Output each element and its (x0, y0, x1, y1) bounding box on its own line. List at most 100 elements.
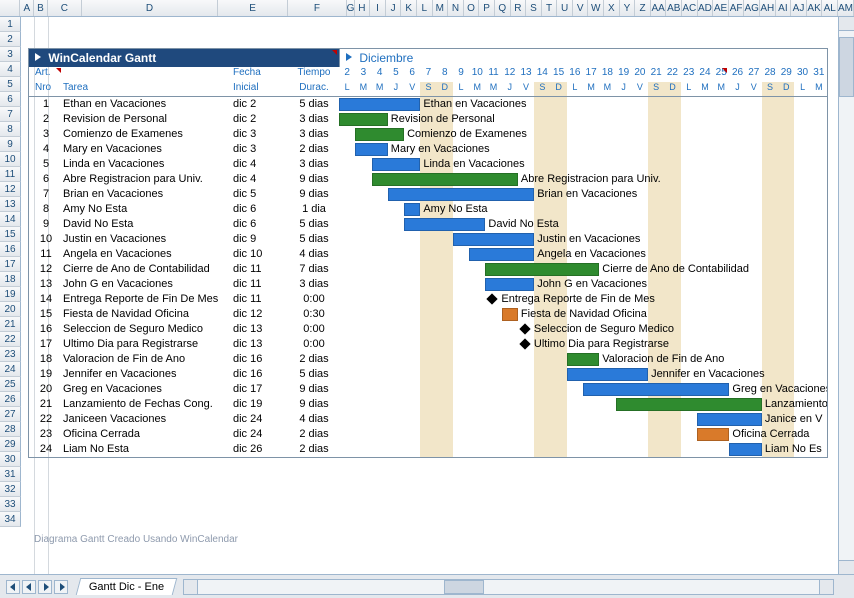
col-header-cell[interactable]: R (511, 0, 527, 16)
col-header-cell[interactable] (0, 0, 20, 16)
gantt-row[interactable]: 14Entrega Reporte de Fin De Mesdic 110:0… (29, 292, 827, 307)
gantt-row[interactable]: 6Abre Registracion para Univ.dic 49 dias… (29, 172, 827, 187)
row-header-cell[interactable]: 16 (0, 242, 21, 257)
col-header-cell[interactable]: Y (620, 0, 636, 16)
gantt-bar[interactable] (339, 113, 388, 126)
col-header-cell[interactable]: S (526, 0, 542, 16)
gantt-row[interactable]: 7Brian en Vacacionesdic 59 diasBrian en … (29, 187, 827, 202)
row-header-cell[interactable]: 3 (0, 47, 21, 62)
col-header-cell[interactable]: V (573, 0, 589, 16)
gantt-row[interactable]: 5Linda en Vacacionesdic 43 diasLinda en … (29, 157, 827, 172)
vscroll-thumb[interactable] (839, 37, 854, 97)
col-header-cell[interactable]: P (479, 0, 495, 16)
row-header-cell[interactable]: 19 (0, 287, 21, 302)
col-header-cell[interactable]: A (20, 0, 34, 16)
row-header-cell[interactable]: 7 (0, 107, 21, 122)
tab-last-icon[interactable] (54, 580, 68, 594)
col-header-cell[interactable]: E (218, 0, 288, 16)
gantt-row[interactable]: 1Ethan en Vacacionesdic 25 diasEthan en … (29, 97, 827, 112)
col-header-cell[interactable]: M (433, 0, 449, 16)
row-header-cell[interactable]: 29 (0, 437, 21, 452)
gantt-row[interactable]: 23Oficina Cerradadic 242 diasOficina Cer… (29, 427, 827, 442)
scroll-up-icon[interactable] (839, 17, 854, 31)
gantt-bar[interactable] (485, 278, 534, 291)
row-header-cell[interactable]: 2 (0, 32, 21, 47)
gantt-bar[interactable] (355, 128, 404, 141)
row-headers[interactable]: 1234567891011121314151617181920212223242… (0, 17, 21, 527)
col-header-cell[interactable]: AK (807, 0, 823, 16)
gantt-row[interactable]: 8Amy No Estadic 61 diaAmy No Esta (29, 202, 827, 217)
scroll-right-icon[interactable] (819, 580, 833, 594)
row-header-cell[interactable]: 34 (0, 512, 21, 527)
col-header-cell[interactable]: U (557, 0, 573, 16)
row-header-cell[interactable]: 30 (0, 452, 21, 467)
row-header-cell[interactable]: 14 (0, 212, 21, 227)
row-header-cell[interactable]: 12 (0, 182, 21, 197)
tab-prev-icon[interactable] (22, 580, 36, 594)
col-header-cell[interactable]: F (288, 0, 346, 16)
gantt-row[interactable]: 19Jennifer en Vacacionesdic 165 diasJenn… (29, 367, 827, 382)
col-header-cell[interactable]: AD (698, 0, 714, 16)
gantt-row[interactable]: 15Fiesta de Navidad Oficinadic 120:30Fie… (29, 307, 827, 322)
col-header-cell[interactable]: O (464, 0, 480, 16)
row-header-cell[interactable]: 1 (0, 17, 21, 32)
col-header-cell[interactable]: B (34, 0, 48, 16)
gantt-bar[interactable] (583, 383, 729, 396)
gantt-row[interactable]: 16Seleccion de Seguro Medicodic 130:00Se… (29, 322, 827, 337)
gantt-bar[interactable] (697, 413, 762, 426)
row-header-cell[interactable]: 17 (0, 257, 21, 272)
gantt-row[interactable]: 3Comienzo de Examenesdic 33 diasComienzo… (29, 127, 827, 142)
gantt-row[interactable]: 2Revision de Personaldic 23 diasRevision… (29, 112, 827, 127)
gantt-bar[interactable] (502, 308, 518, 321)
col-header-cell[interactable]: AA (651, 0, 667, 16)
gantt-bar[interactable] (372, 173, 518, 186)
gantt-bar[interactable] (339, 98, 420, 111)
row-header-cell[interactable]: 13 (0, 197, 21, 212)
gantt-bar[interactable] (567, 368, 648, 381)
row-header-cell[interactable]: 22 (0, 332, 21, 347)
row-header-cell[interactable]: 21 (0, 317, 21, 332)
row-header-cell[interactable]: 20 (0, 302, 21, 317)
col-header-cell[interactable]: Z (635, 0, 651, 16)
gantt-row[interactable]: 20Greg en Vacacionesdic 179 diasGreg en … (29, 382, 827, 397)
gantt-bar[interactable] (697, 428, 730, 441)
row-header-cell[interactable]: 5 (0, 77, 21, 92)
gantt-row[interactable]: 13John G en Vacacionesdic 113 diasJohn G… (29, 277, 827, 292)
tab-next-icon[interactable] (38, 580, 52, 594)
gantt-row[interactable]: 9David No Estadic 65 diasDavid No Esta (29, 217, 827, 232)
col-header-cell[interactable]: AH (760, 0, 776, 16)
comment-indicator-icon[interactable] (722, 68, 727, 73)
col-header-cell[interactable]: D (82, 0, 218, 16)
col-header-cell[interactable]: H (355, 0, 371, 16)
comment-indicator-icon[interactable] (332, 50, 337, 55)
gantt-bar[interactable] (453, 233, 534, 246)
col-header-cell[interactable]: L (417, 0, 433, 16)
col-header-cell[interactable]: AJ (791, 0, 807, 16)
row-header-cell[interactable]: 32 (0, 482, 21, 497)
row-header-cell[interactable]: 9 (0, 137, 21, 152)
gantt-row[interactable]: 24Liam No Estadic 262 diasLiam No Es (29, 442, 827, 457)
col-header-cell[interactable]: C (48, 0, 82, 16)
row-header-cell[interactable]: 31 (0, 467, 21, 482)
row-header-cell[interactable]: 8 (0, 122, 21, 137)
tab-first-icon[interactable] (6, 580, 20, 594)
col-header-cell[interactable]: AG (744, 0, 760, 16)
gantt-row[interactable]: 11Angela en Vacacionesdic 104 diasAngela… (29, 247, 827, 262)
row-header-cell[interactable]: 24 (0, 362, 21, 377)
col-header-cell[interactable]: G (347, 0, 355, 16)
gantt-bar[interactable] (404, 218, 485, 231)
vertical-scrollbar[interactable] (838, 17, 854, 574)
row-header-cell[interactable]: 33 (0, 497, 21, 512)
row-header-cell[interactable]: 15 (0, 227, 21, 242)
gantt-row[interactable]: 21Lanzamiento de Fechas Cong.dic 199 dia… (29, 397, 827, 412)
gantt-row[interactable]: 12Cierre de Ano de Contabilidaddic 117 d… (29, 262, 827, 277)
row-header-cell[interactable]: 23 (0, 347, 21, 362)
col-header-cell[interactable]: T (542, 0, 558, 16)
col-header-cell[interactable]: AF (729, 0, 745, 16)
gantt-row[interactable]: 18Valoracion de Fin de Anodic 162 diasVa… (29, 352, 827, 367)
hscroll-thumb[interactable] (444, 580, 484, 594)
gantt-bar[interactable] (469, 248, 534, 261)
row-header-cell[interactable]: 28 (0, 422, 21, 437)
gantt-bar[interactable] (372, 158, 421, 171)
gantt-row[interactable]: 4Mary en Vacacionesdic 32 diasMary en Va… (29, 142, 827, 157)
